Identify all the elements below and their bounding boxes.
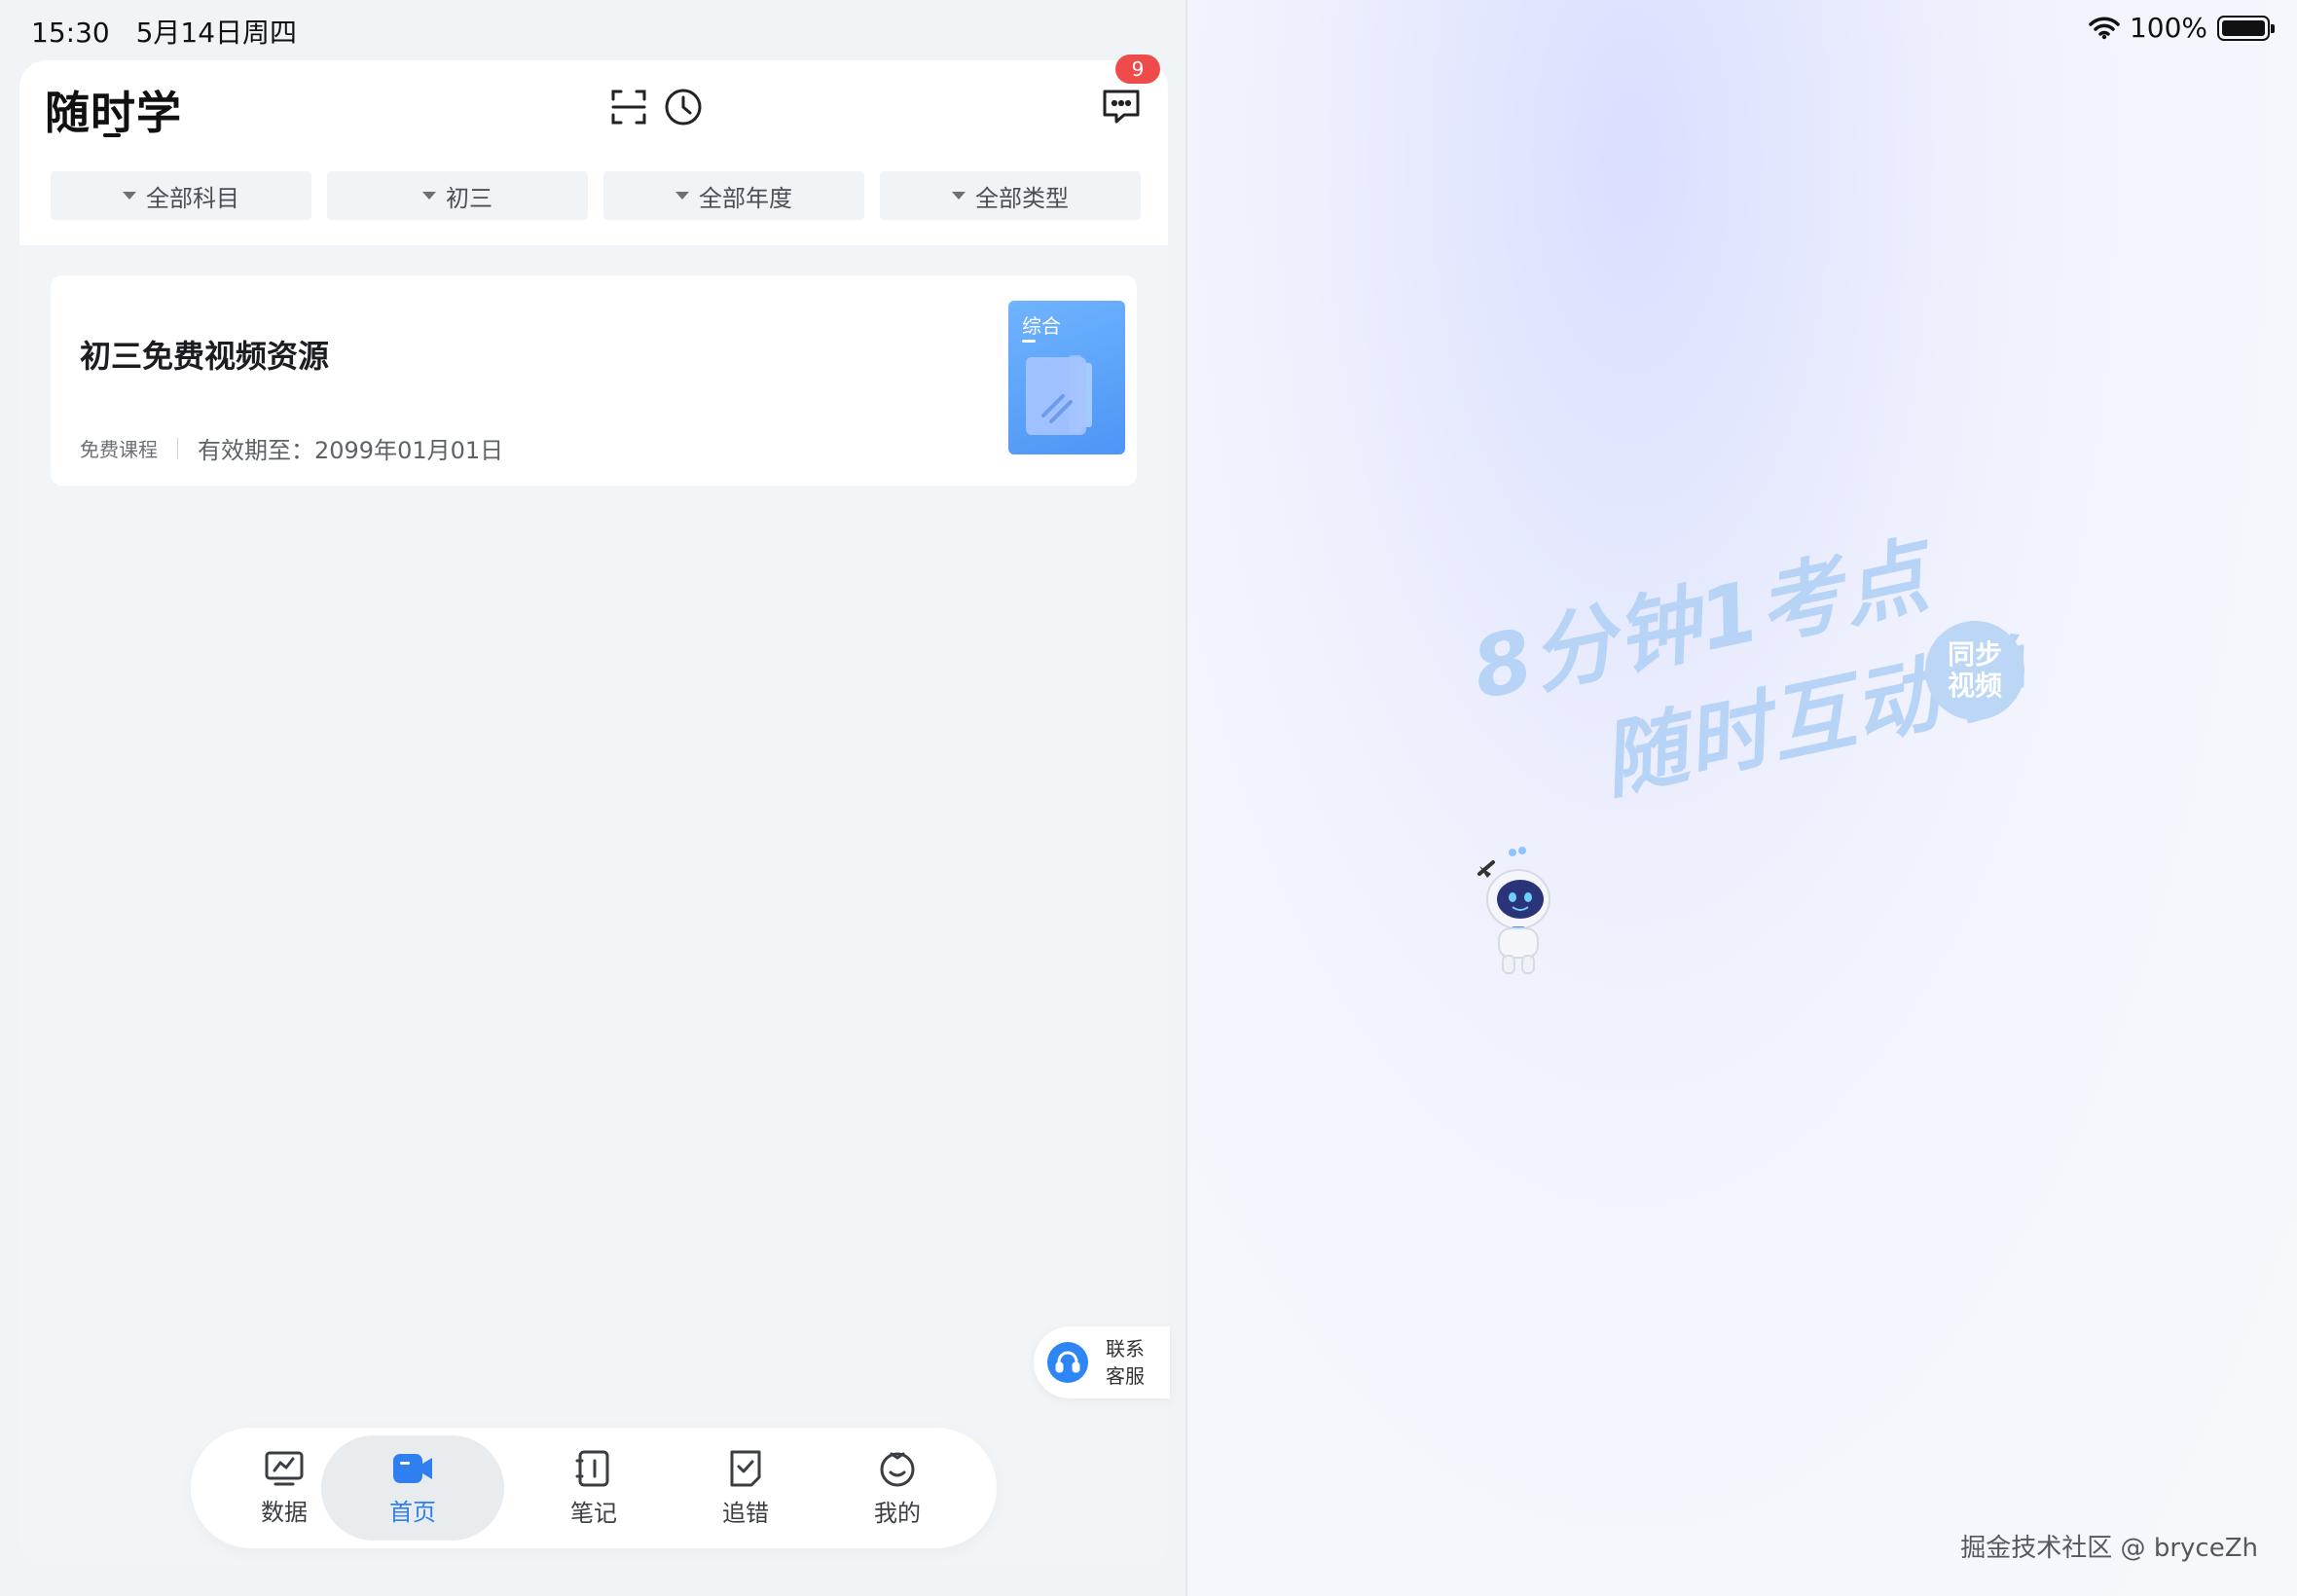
filter-bar: 全部科目 初三 全部年度 全部类型 (51, 171, 1141, 220)
caret-down-icon (675, 192, 689, 200)
caret-down-icon (952, 192, 966, 200)
sync-video-badge: 同步 视频 (1925, 621, 2024, 720)
filter-year-label: 全部年度 (699, 184, 792, 212)
headset-icon (1047, 1342, 1088, 1383)
meta-divider (177, 437, 178, 459)
watermark: 掘金技术社区 @ bryceZh (1960, 1534, 2258, 1563)
history-clock-icon[interactable] (658, 82, 709, 132)
course-card[interactable]: 初三免费视频资源 免费课程 有效期至：2099年01月01日 综合 (51, 275, 1137, 486)
battery-percent: 100% (2129, 12, 2207, 44)
thumb-label: 综合 (1022, 314, 1061, 338)
tab-home[interactable]: 首页 (321, 1435, 504, 1541)
app-panel: 随时学 9 全部科目 初三 全部年度 全部类型 初三免费视频资源 免费课程 有效… (19, 54, 1170, 1567)
wifi-icon (2089, 17, 2120, 39)
badge-line1: 同步 (1947, 638, 2002, 671)
tab-profile[interactable]: 我的 (806, 1435, 989, 1541)
screen: 随时学 9 全部科目 初三 全部年度 全部类型 初三免费视频资源 免费课程 有效… (0, 0, 2297, 1596)
status-time: 15:30 5月14日周四 (31, 12, 297, 51)
notebook-icon (575, 1450, 609, 1486)
course-meta: 免费课程 有效期至：2099年01月01日 (80, 431, 503, 465)
tab-home-label: 首页 (389, 1498, 436, 1526)
filter-year[interactable]: 全部年度 (603, 171, 864, 220)
chart-icon (265, 1451, 304, 1485)
tab-profile-label: 我的 (874, 1499, 921, 1527)
badge-line2: 视频 (1947, 670, 2002, 702)
service-line1: 联系 (1106, 1337, 1145, 1360)
right-pane-splash: 100% 8分钟1考点 随时互动学 同步 视频 掘金技术社区 @ bryceZh (1187, 0, 2297, 1596)
robot-mascot-icon (1477, 847, 1550, 974)
filter-subject-label: 全部科目 (146, 184, 239, 212)
caret-down-icon (422, 192, 436, 200)
course-title: 初三免费视频资源 (80, 338, 330, 375)
tab-data-label: 数据 (261, 1498, 308, 1526)
battery-icon (2217, 15, 2275, 41)
contact-service-label: 联系 客服 (1106, 1335, 1152, 1390)
status-right: 100% (2089, 12, 2275, 44)
tab-notes-label: 笔记 (570, 1499, 617, 1527)
book-stack-icon (1026, 355, 1092, 435)
message-icon[interactable] (1096, 82, 1147, 132)
tab-mistakes-label: 追错 (722, 1499, 769, 1527)
filter-type[interactable]: 全部类型 (880, 171, 1141, 220)
filter-grade[interactable]: 初三 (327, 171, 588, 220)
left-pane: 随时学 9 全部科目 初三 全部年度 全部类型 初三免费视频资源 免费课程 有效… (0, 0, 1185, 1596)
filter-subject[interactable]: 全部科目 (51, 171, 311, 220)
app-header: 随时学 9 全部科目 初三 全部年度 全部类型 (19, 54, 1168, 245)
course-thumbnail: 综合 (1008, 301, 1125, 454)
profile-face-icon (880, 1452, 915, 1486)
filter-type-label: 全部类型 (975, 184, 1069, 212)
course-tag: 免费课程 (80, 438, 158, 461)
message-badge: 9 (1115, 54, 1160, 84)
title-underline (103, 133, 121, 137)
service-line2: 客服 (1106, 1364, 1145, 1388)
check-note-icon (730, 1450, 761, 1486)
video-camera-icon (393, 1453, 432, 1483)
status-time-value: 15:30 (31, 17, 110, 49)
scan-icon[interactable] (603, 82, 654, 132)
thumb-underline (1022, 340, 1036, 343)
filter-grade-label: 初三 (446, 184, 492, 212)
status-date: 5月14日周四 (135, 17, 298, 49)
contact-service-button[interactable]: 联系 客服 (1034, 1326, 1170, 1398)
course-expiry: 有效期至：2099年01月01日 (198, 437, 504, 464)
bottom-tab-bar: 数据 首页 笔记 追错 我的 (191, 1428, 997, 1548)
caret-down-icon (123, 192, 136, 200)
